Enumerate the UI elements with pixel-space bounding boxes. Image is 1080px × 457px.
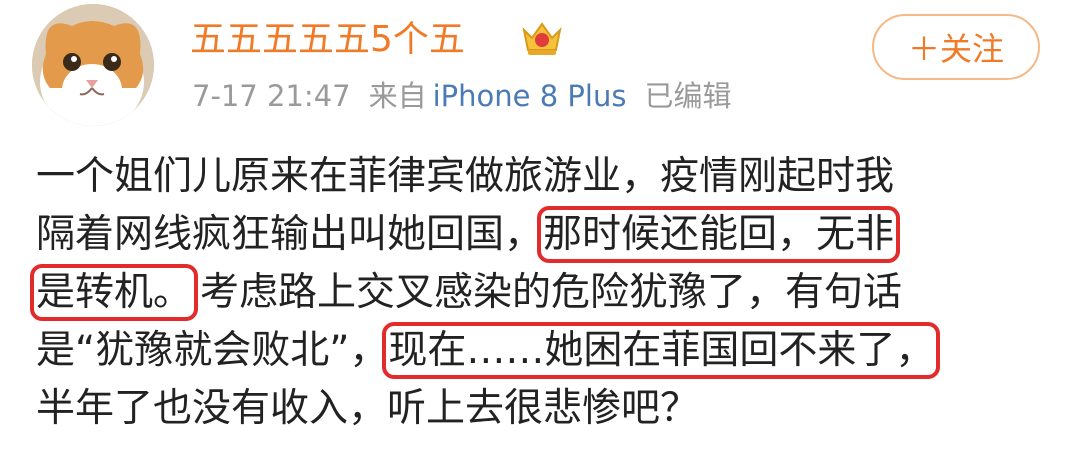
- post-text: 隔着网线疯狂输出叫她回国，: [36, 212, 544, 257]
- post-text: 考虑路上交叉感染的危险犹豫了，有句话: [200, 270, 903, 315]
- crown-badge-icon: [520, 18, 564, 58]
- post-line: 是“犹豫就会败北”，现在……她困在菲国回不来了，: [36, 322, 1046, 380]
- post-line: 一个姐们儿原来在菲律宾做旅游业，疫情刚起时我: [36, 148, 1046, 206]
- post-text: 是“犹豫就会败北”，: [36, 328, 389, 373]
- post-line: 半年了也没有收入，听上去很悲惨吧？: [36, 380, 1046, 438]
- avatar[interactable]: [32, 4, 154, 126]
- device-source-link[interactable]: iPhone 8 Plus: [433, 79, 627, 113]
- timestamp: 7-17 21:47: [192, 79, 351, 113]
- highlighted-text: 现在……她困在菲国回不来了，: [382, 322, 941, 379]
- follow-button[interactable]: ＋关注: [872, 14, 1040, 80]
- username[interactable]: 五五五五五5个五: [190, 16, 465, 64]
- post-body: 一个姐们儿原来在菲律宾做旅游业，疫情刚起时我 隔着网线疯狂输出叫她回国，那时候还…: [29, 148, 1046, 438]
- post-line: 隔着网线疯狂输出叫她回国，那时候还能回，无非: [36, 206, 1046, 264]
- edited-label: 已编辑: [644, 79, 732, 113]
- highlighted-text: 那时候还能回，无非: [537, 206, 901, 263]
- post-text: 一个姐们儿原来在菲律宾做旅游业，疫情刚起时我: [36, 154, 895, 199]
- highlighted-text: 是转机。: [29, 264, 199, 321]
- cat-avatar-icon: [32, 4, 154, 126]
- post-line: 是转机。 考虑路上交叉感染的危险犹豫了，有句话: [29, 264, 1046, 322]
- source-prefix: 来自: [368, 79, 427, 113]
- post-text: 半年了也没有收入，听上去很悲惨吧？: [36, 386, 700, 431]
- post-meta: 7-17 21:47 来自 iPhone 8 Plus 已编辑: [192, 76, 731, 116]
